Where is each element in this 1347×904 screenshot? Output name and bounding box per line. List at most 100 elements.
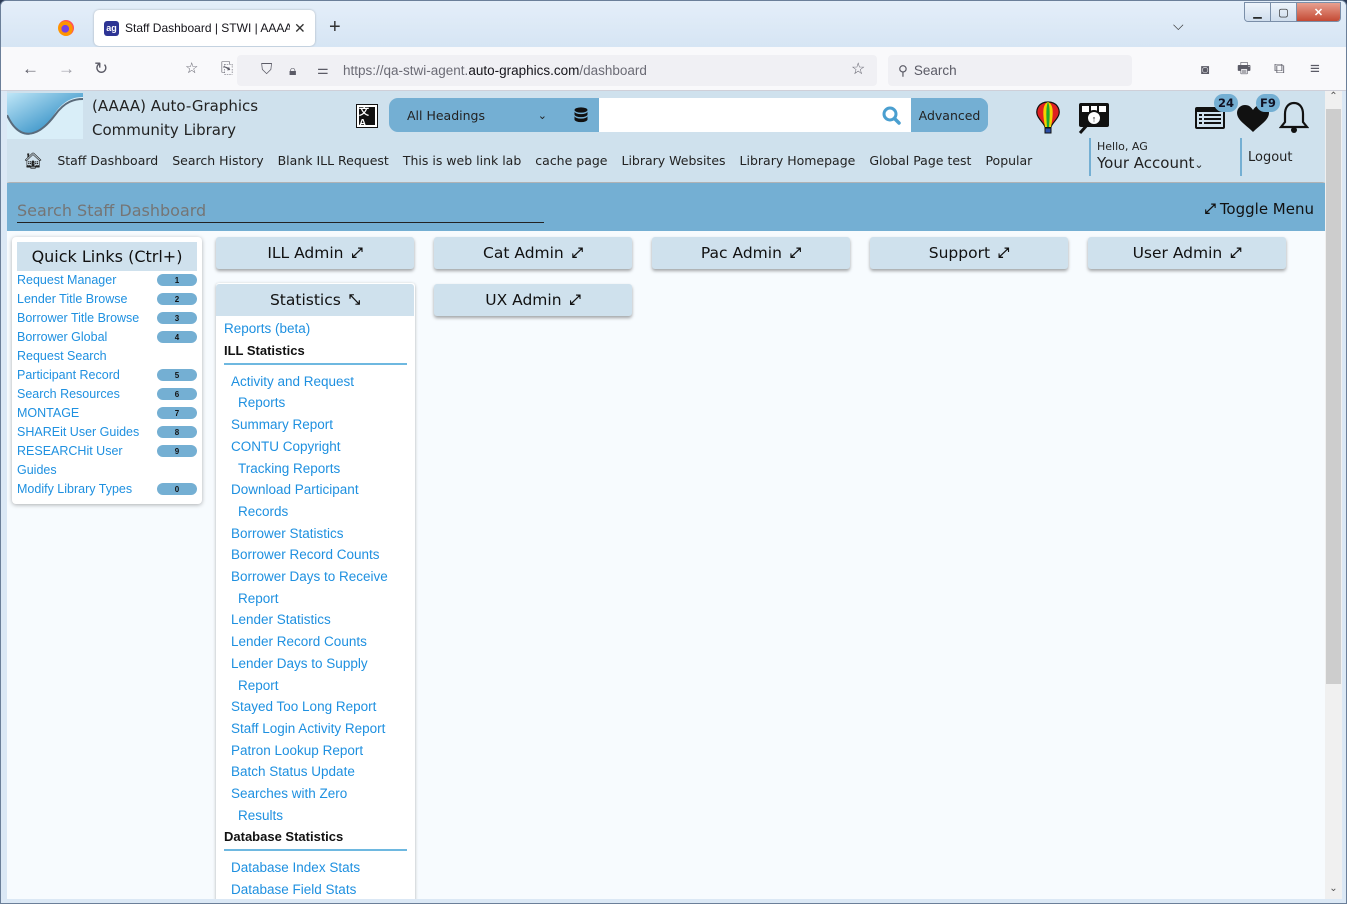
nav-blank-ill-request[interactable]: Blank ILL Request (278, 153, 389, 168)
card-statistics[interactable]: Statistics ⤡ (216, 284, 414, 316)
page-scrollbar[interactable]: ⌃ ⌄ (1325, 91, 1342, 899)
quick-link-label[interactable]: Participant Record (17, 366, 155, 385)
url-bar[interactable]: ⛉ 🔒︎ ⚌ https://qa-stwi-agent.auto-graphi… (237, 55, 877, 86)
menu-hamburger-icon[interactable]: ≡ (1310, 59, 1320, 79)
new-tab-button[interactable]: + (329, 17, 341, 37)
minimize-button[interactable]: ▁ (1245, 3, 1271, 21)
quick-link-label[interactable]: MONTAGE (17, 404, 155, 423)
nav-global-page-test[interactable]: Global Page test (869, 153, 971, 168)
card-cat-admin[interactable]: Cat Admin ⤢ (434, 237, 632, 269)
reader-discovery-icon[interactable]: ↑ (1076, 101, 1112, 135)
ill-report-link[interactable]: Borrower Statistics (231, 523, 407, 545)
ill-report-link[interactable]: Lender Days to Supply Report (231, 653, 407, 696)
quick-link-item[interactable]: RESEARCHit User Guides 9 (17, 442, 197, 480)
quick-link-label[interactable]: Borrower Global Request Search (17, 328, 155, 366)
ill-report-link[interactable]: Lender Record Counts (231, 631, 407, 653)
ill-report-link[interactable]: Borrower Record Counts (231, 544, 407, 566)
quick-link-item[interactable]: Modify Library Types 0 (17, 480, 197, 499)
database-report-link[interactable]: Database Index Stats (231, 857, 407, 879)
quick-link-label[interactable]: Modify Library Types (17, 480, 155, 499)
quick-link-label[interactable]: RESEARCHit User Guides (17, 442, 155, 480)
ill-report-link[interactable]: CONTU Copyright Tracking Reports (231, 436, 407, 479)
ill-report-link[interactable]: Activity and Request Reports (231, 371, 407, 414)
card-ill-admin[interactable]: ILL Admin ⤢ (216, 237, 414, 269)
ill-report-link[interactable]: Lender Statistics (231, 609, 407, 631)
bookmark-page-icon[interactable]: ☆ (185, 59, 198, 79)
database-icon[interactable] (574, 107, 588, 123)
advanced-search-button[interactable]: Advanced (911, 98, 988, 132)
nav-search-history[interactable]: Search History (172, 153, 263, 168)
quick-link-item[interactable]: MONTAGE 7 (17, 404, 197, 423)
lock-icon[interactable]: 🔒︎ (289, 60, 296, 80)
translate-icon[interactable]: 文A (356, 104, 378, 129)
shield-icon[interactable]: ⛉ (261, 60, 272, 80)
nav-staff-dashboard[interactable]: Staff Dashboard (57, 153, 158, 168)
browser-search-box[interactable]: ⚲ Search (888, 55, 1132, 86)
scroll-down-icon[interactable]: ⌄ (1325, 883, 1342, 899)
quick-link-item[interactable]: SHAREit User Guides 8 (17, 423, 197, 442)
quick-link-label[interactable]: Search Resources (17, 385, 155, 404)
hot-air-balloon-icon[interactable] (1035, 101, 1061, 135)
card-pac-admin[interactable]: Pac Admin ⤢ (652, 237, 850, 269)
ill-report-link[interactable]: Stayed Too Long Report (231, 696, 407, 718)
scrollbar-thumb[interactable] (1326, 109, 1341, 684)
ill-report-link[interactable]: Searches with Zero Results (231, 783, 407, 826)
url-text[interactable]: https://qa-stwi-agent.auto-graphics.com/… (343, 63, 647, 78)
home-icon[interactable]: 🏠︎ (23, 151, 43, 170)
quick-link-item[interactable]: Search Resources 6 (17, 385, 197, 404)
tab-staff-dashboard[interactable]: ag Staff Dashboard | STWI | AAAA ✕ (94, 10, 315, 46)
ill-report-link[interactable]: Summary Report (231, 414, 407, 436)
share-icon[interactable]: ⎘ (221, 59, 233, 79)
quick-link-label[interactable]: SHAREit User Guides (17, 423, 155, 442)
card-ux-admin[interactable]: UX Admin ⤢ (434, 284, 632, 316)
search-scope-select[interactable]: All Headings ⌄ (389, 98, 559, 132)
pocket-icon[interactable]: ◙ (1201, 59, 1209, 79)
forward-arrow-icon[interactable]: → (58, 59, 75, 79)
back-arrow-icon[interactable]: ← (22, 59, 39, 79)
quick-link-item[interactable]: Participant Record 5 (17, 366, 197, 385)
nav-library-homepage[interactable]: Library Homepage (740, 153, 856, 168)
maximize-button[interactable]: ▢ (1271, 3, 1297, 21)
catalog-search-input[interactable] (599, 98, 911, 132)
ill-report-link[interactable]: Patron Lookup Report (231, 740, 407, 762)
notifications-bell-icon[interactable] (1279, 101, 1309, 135)
search-staff-dashboard-input[interactable] (17, 198, 544, 223)
quick-link-label[interactable]: Borrower Title Browse (17, 309, 155, 328)
quick-link-item[interactable]: Request Manager 1 (17, 271, 197, 290)
ill-report-link[interactable]: Staff Login Activity Report (231, 718, 407, 740)
window-close-button[interactable]: ✕ (1297, 3, 1340, 21)
quick-link-item[interactable]: Borrower Global Request Search 4 (17, 328, 197, 366)
quick-link-label[interactable]: Lender Title Browse (17, 290, 155, 309)
account-menu[interactable]: Hello, AG Your Account⌄ (1089, 138, 1204, 176)
quick-link-item[interactable]: Borrower Title Browse 3 (17, 309, 197, 328)
extensions-icon[interactable]: ⧉ (1274, 59, 1285, 79)
ill-report-link[interactable]: Borrower Days to Receive Report (231, 566, 407, 609)
nav-library-websites[interactable]: Library Websites (622, 153, 726, 168)
browser-window: ag Staff Dashboard | STWI | AAAA ✕ + ⌵ ▁… (0, 0, 1347, 904)
card-user-admin[interactable]: User Admin ⤢ (1088, 237, 1286, 269)
search-button-icon[interactable] (881, 106, 903, 126)
quick-link-label[interactable]: Request Manager (17, 271, 155, 290)
bookmark-star-icon[interactable]: ☆ (851, 60, 865, 80)
quick-links-list: Request Manager 1 Lender Title Browse 2 Borr… (17, 271, 197, 499)
reload-icon[interactable]: ↻ (94, 59, 108, 79)
scroll-up-icon[interactable]: ⌃ (1325, 91, 1342, 107)
nav-cache-page[interactable]: cache page (535, 153, 607, 168)
your-account-dropdown[interactable]: Your Account⌄ (1097, 154, 1204, 172)
nav-web-link-lab[interactable]: This is web link lab (403, 153, 521, 168)
card-support[interactable]: Support ⤢ (870, 237, 1068, 269)
shortcut-key-badge: 5 (157, 369, 197, 381)
reports-beta-link[interactable]: Reports (beta) (224, 318, 407, 340)
quick-link-item[interactable]: Lender Title Browse 2 (17, 290, 197, 309)
toggle-menu-button[interactable]: ⤢ Toggle Menu (1205, 200, 1314, 218)
permissions-icon[interactable]: ⚌ (317, 60, 329, 80)
database-report-link[interactable]: Database Field Stats (231, 879, 407, 899)
library-logo-icon[interactable] (7, 93, 83, 139)
logout-link[interactable]: Logout (1240, 138, 1293, 176)
nav-popular[interactable]: Popular (985, 153, 1032, 168)
close-tab-icon[interactable]: ✕ (294, 20, 306, 37)
ill-report-link[interactable]: Download Participant Records (231, 479, 407, 522)
print-icon[interactable]: 🖶 (1237, 59, 1251, 79)
list-all-tabs-chevron-icon[interactable]: ⌵ (1173, 17, 1184, 34)
ill-report-link[interactable]: Batch Status Update (231, 761, 407, 783)
